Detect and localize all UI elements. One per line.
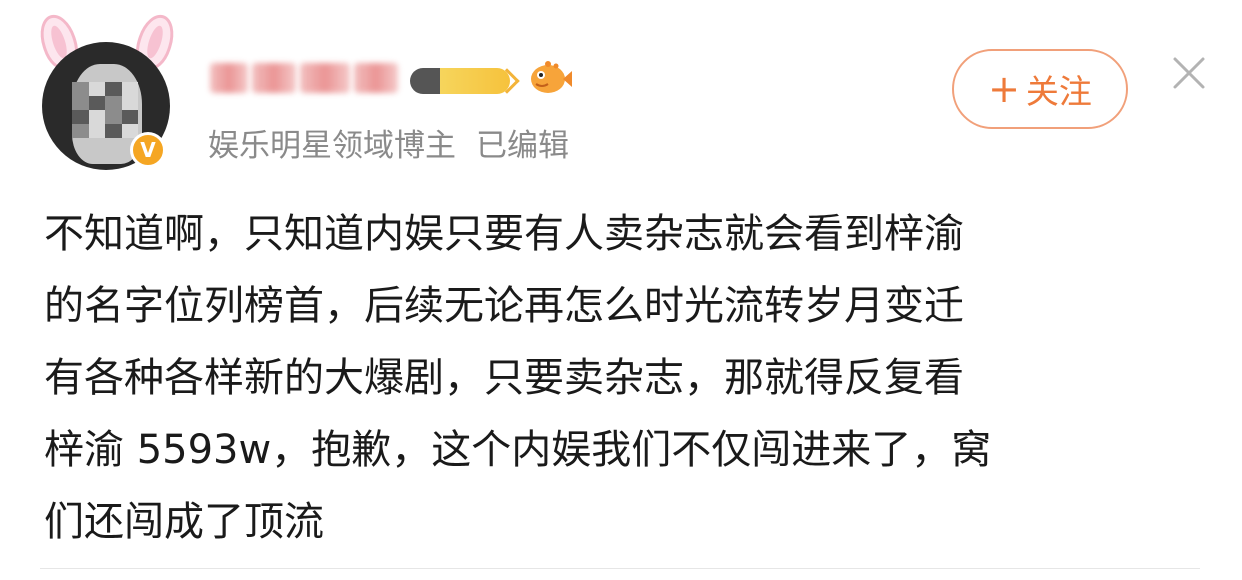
name-blur-segment: [210, 63, 248, 93]
plus-icon: +: [988, 67, 1020, 111]
divider: [40, 568, 1200, 569]
avatar-mosaic: [72, 82, 138, 138]
post-line: 的名字位列榜首，后续无论再怎么时光流转岁月变迁: [44, 283, 964, 329]
author-name-obscured[interactable]: [210, 58, 410, 98]
weibo-post-card: V 娱乐明星领域博主 已编辑 + 关注 不知道啊，只知道内娱只要有人卖杂志就会看到…: [0, 0, 1242, 580]
post-line: 梓渝 5593w，抱歉，这个内娱我们不仅闯进来了，窝: [44, 427, 992, 473]
author-meta: 娱乐明星领域博主 已编辑: [208, 120, 569, 165]
name-blur-segment: [300, 63, 350, 93]
post-line: 有各种各样新的大爆剧，只要卖杂志，那就得反复看: [44, 355, 964, 401]
post-body: 不知道啊，只知道内娱只要有人卖杂志就会看到梓渝 的名字位列榜首，后续无论再怎么时…: [44, 198, 1214, 558]
puffer-fish-icon[interactable]: [526, 58, 572, 98]
author-role: 娱乐明星领域博主: [208, 128, 456, 164]
verified-badge: V: [130, 132, 166, 168]
post-line: 们还闯成了顶流: [44, 499, 324, 545]
user-level-badge-icon[interactable]: [410, 68, 515, 96]
close-icon[interactable]: [1170, 54, 1208, 92]
name-blur-segment: [252, 63, 296, 93]
avatar-frame[interactable]: V: [34, 10, 184, 174]
edited-status[interactable]: 已编辑: [476, 128, 569, 164]
post-line: 不知道啊，只知道内娱只要有人卖杂志就会看到梓渝: [44, 211, 964, 257]
name-blur-segment: [354, 63, 398, 93]
follow-label: 关注: [1025, 72, 1092, 111]
follow-button[interactable]: + 关注: [952, 49, 1128, 129]
